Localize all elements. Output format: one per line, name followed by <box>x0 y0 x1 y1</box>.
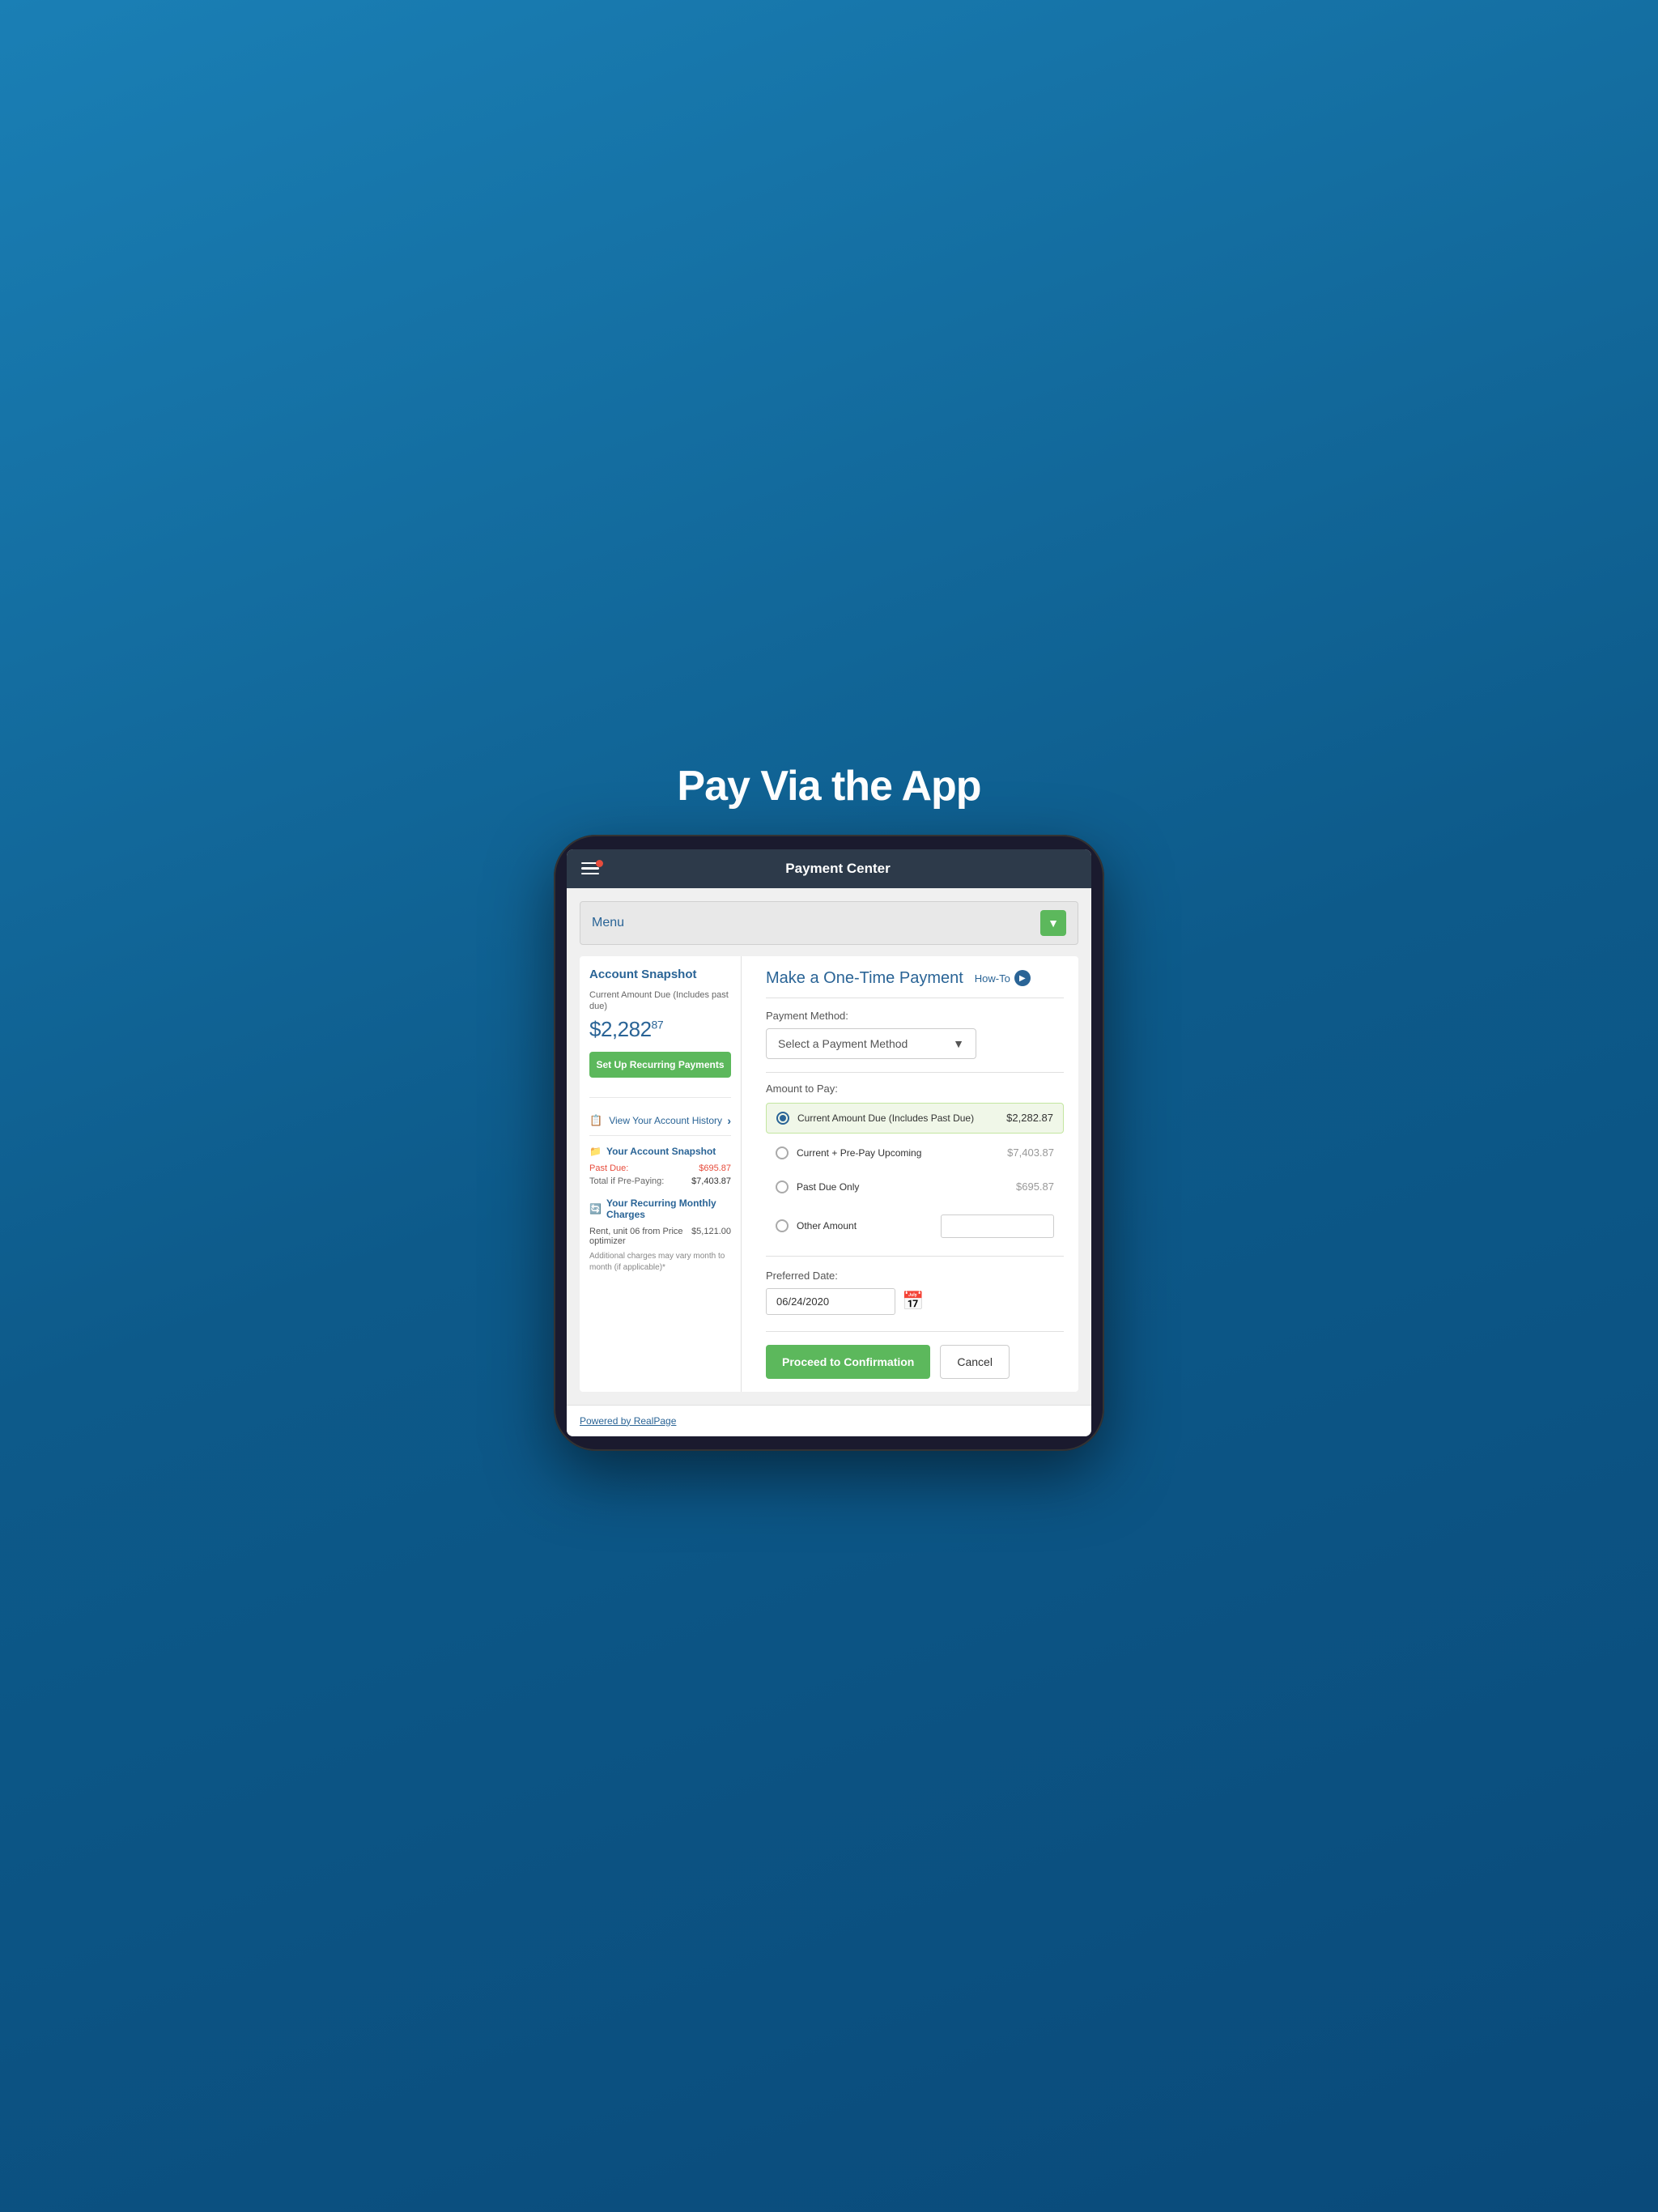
top-bar: Payment Center <box>567 849 1091 888</box>
amount-option-current-value: $2,282.87 <box>1006 1112 1053 1124</box>
history-icon: 📋 <box>589 1114 602 1127</box>
rent-label: Rent, unit 06 from Price optimizer <box>589 1227 691 1246</box>
amount-option-other-label: Other Amount <box>797 1220 857 1231</box>
amount-dollars: $2,282 <box>589 1017 652 1041</box>
play-icon: ▶ <box>1014 970 1031 986</box>
other-amount-input[interactable] <box>941 1214 1054 1238</box>
phone-frame: Payment Center Menu ▼ Account Snapshot C <box>554 835 1104 1451</box>
date-input[interactable] <box>766 1288 895 1315</box>
powered-by-link[interactable]: Powered by RealPage <box>580 1415 676 1427</box>
recurring-monthly-section: 🔄 Your Recurring Monthly Charges Rent, u… <box>589 1197 731 1274</box>
page-wrapper: Pay Via the App Payment Center Menu <box>554 762 1104 1451</box>
hamburger-menu-icon[interactable] <box>581 862 599 875</box>
payment-method-select[interactable]: Select a Payment Method ▼ <box>766 1028 976 1059</box>
date-section: Preferred Date: 📅 <box>766 1270 1064 1315</box>
account-snapshot-section: 📁 Your Account Snapshot Past Due: $695.8… <box>589 1146 731 1186</box>
page-title: Pay Via the App <box>677 762 980 810</box>
amount-display: $2,28287 <box>589 1017 731 1042</box>
action-buttons: Proceed to Confirmation Cancel <box>766 1331 1064 1379</box>
payment-method-label: Payment Method: <box>766 1010 1064 1022</box>
content-area: Menu ▼ Account Snapshot Current Amount D… <box>567 888 1091 1405</box>
radio-other-icon <box>776 1219 789 1232</box>
amount-option-pastdue-label: Past Due Only <box>797 1181 859 1193</box>
date-field: 📅 <box>766 1288 1064 1315</box>
past-due-row: Past Due: $695.87 <box>589 1163 731 1173</box>
set-up-recurring-button[interactable]: Set Up Recurring Payments <box>589 1052 731 1078</box>
panel-title: Make a One-Time Payment <box>766 969 963 988</box>
folder-icon: 📁 <box>589 1146 602 1157</box>
notification-dot <box>596 860 603 867</box>
refresh-icon: 🔄 <box>589 1203 602 1214</box>
amount-due-label: Current Amount Due (Includes past due) <box>589 989 731 1013</box>
proceed-button[interactable]: Proceed to Confirmation <box>766 1345 930 1379</box>
main-layout: Account Snapshot Current Amount Due (Inc… <box>580 956 1078 1392</box>
amount-option-current[interactable]: Current Amount Due (Includes Past Due) $… <box>766 1103 1064 1134</box>
section-divider-2 <box>766 1256 1064 1257</box>
snapshot-section-title: 📁 Your Account Snapshot <box>589 1146 731 1157</box>
amount-option-prepay-value: $7,403.87 <box>1007 1146 1054 1159</box>
view-account-history-nav[interactable]: 📋 View Your Account History › <box>589 1106 731 1136</box>
amount-option-other[interactable]: Other Amount <box>766 1206 1064 1246</box>
how-to-button[interactable]: How-To ▶ <box>975 970 1031 986</box>
phone-screen: Payment Center Menu ▼ Account Snapshot C <box>567 849 1091 1436</box>
prepay-row: Total if Pre-Paying: $7,403.87 <box>589 1176 731 1186</box>
recurring-section-title: 🔄 Your Recurring Monthly Charges <box>589 1197 731 1220</box>
nav-item-left: 📋 View Your Account History <box>589 1114 722 1127</box>
recurring-note: Additional charges may vary month to mon… <box>589 1251 731 1274</box>
dropdown-arrow-icon: ▼ <box>953 1037 964 1050</box>
calendar-icon[interactable]: 📅 <box>902 1291 924 1312</box>
nav-chevron-icon: › <box>727 1114 731 1127</box>
rent-row: Rent, unit 06 from Price optimizer $5,12… <box>589 1227 731 1246</box>
menu-dropdown-button[interactable]: ▼ <box>1040 910 1066 936</box>
amount-cents: 87 <box>652 1018 664 1031</box>
amount-section-label: Amount to Pay: <box>766 1083 1064 1095</box>
radio-pastdue-icon <box>776 1180 789 1193</box>
how-to-label: How-To <box>975 972 1010 985</box>
radio-current-icon <box>776 1112 789 1125</box>
panel-header: Make a One-Time Payment How-To ▶ <box>766 969 1064 998</box>
cancel-button[interactable]: Cancel <box>940 1345 1010 1379</box>
past-due-value: $695.87 <box>699 1163 731 1173</box>
prepay-value: $7,403.87 <box>691 1176 731 1186</box>
chevron-down-icon: ▼ <box>1048 917 1059 929</box>
amount-option-prepay-label: Current + Pre-Pay Upcoming <box>797 1147 921 1159</box>
footer: Powered by RealPage <box>567 1405 1091 1436</box>
rent-value: $5,121.00 <box>691 1227 731 1246</box>
sidebar: Account Snapshot Current Amount Due (Inc… <box>580 956 742 1392</box>
date-field-label: Preferred Date: <box>766 1270 1064 1282</box>
radio-prepay-icon <box>776 1146 789 1159</box>
payment-method-placeholder: Select a Payment Method <box>778 1037 908 1050</box>
account-snapshot-title: Account Snapshot <box>589 968 731 981</box>
nav-item-label: View Your Account History <box>609 1115 722 1126</box>
amount-option-pastdue[interactable]: Past Due Only $695.87 <box>766 1172 1064 1202</box>
sidebar-divider-1 <box>589 1097 731 1098</box>
section-divider-1 <box>766 1072 1064 1073</box>
amount-option-pastdue-value: $695.87 <box>1016 1180 1054 1193</box>
amount-option-prepay[interactable]: Current + Pre-Pay Upcoming $7,403.87 <box>766 1138 1064 1168</box>
amount-option-current-label: Current Amount Due (Includes Past Due) <box>797 1112 974 1124</box>
menu-bar: Menu ▼ <box>580 901 1078 945</box>
topbar-title: Payment Center <box>599 861 1077 877</box>
main-panel: Make a One-Time Payment How-To ▶ Payment… <box>751 956 1078 1392</box>
past-due-label: Past Due: <box>589 1163 628 1173</box>
menu-label: Menu <box>592 916 624 930</box>
prepay-label: Total if Pre-Paying: <box>589 1176 664 1186</box>
